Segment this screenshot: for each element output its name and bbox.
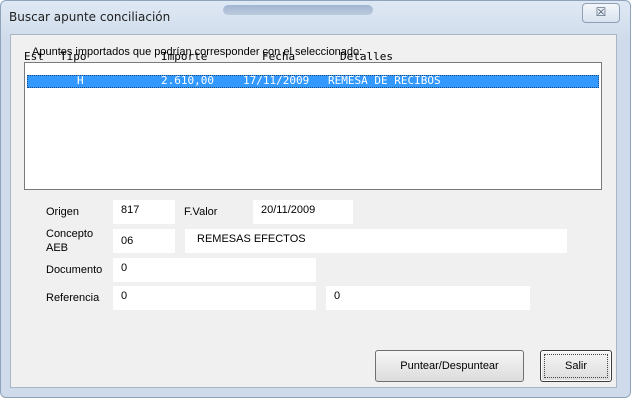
- puntear-despuntear-button[interactable]: Puntear/Despuntear: [375, 350, 524, 382]
- results-listbox[interactable]: H 2.610,00 17/11/2009 REMESA DE RECIBOS: [24, 62, 602, 190]
- title-bar-glow: [223, 5, 373, 15]
- window-title: Buscar apunte conciliación: [9, 10, 171, 24]
- concepto-code-field[interactable]: 06: [113, 229, 175, 253]
- referencia2-field[interactable]: 0: [326, 286, 530, 310]
- concepto-desc-field[interactable]: REMESAS EFECTOS: [185, 229, 567, 253]
- salir-label: Salir: [564, 360, 587, 372]
- row-detalles: REMESA DE RECIBOS: [328, 74, 441, 87]
- row-tipo: H: [77, 74, 84, 87]
- row-fecha: 17/11/2009: [243, 74, 310, 87]
- referencia-label: Referencia: [46, 292, 100, 304]
- referencia-field[interactable]: 0: [113, 286, 316, 310]
- origen-field[interactable]: 817: [113, 200, 175, 224]
- documento-field[interactable]: 0: [113, 258, 316, 282]
- concepto-label-aeb: AEB: [46, 242, 69, 254]
- salir-button[interactable]: Salir: [540, 350, 612, 382]
- concepto-label: Concepto: [46, 228, 94, 240]
- close-icon: ☒: [595, 5, 607, 19]
- fvalor-field[interactable]: 20/11/2009: [253, 200, 353, 224]
- close-button[interactable]: ☒: [582, 3, 620, 23]
- title-bar[interactable]: Buscar apunte conciliación ☒: [1, 1, 630, 35]
- list-row-selected[interactable]: [27, 75, 599, 88]
- origen-label: Origen: [46, 206, 80, 218]
- row-importe: 2.610,00: [161, 74, 214, 87]
- fvalor-label: F.Valor: [184, 206, 218, 218]
- documento-label: Documento: [46, 264, 103, 276]
